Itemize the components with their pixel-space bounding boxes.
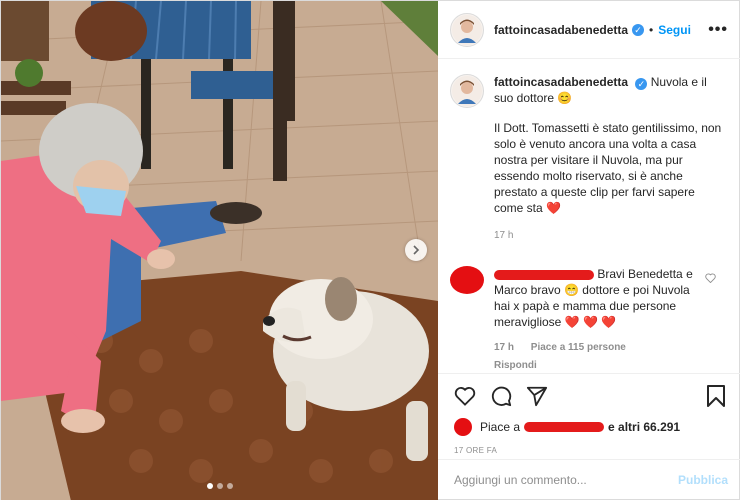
likes-count[interactable]: e altri 66.291 — [608, 420, 680, 434]
caption-body: fattoincasadabenedetta ✓ Nuvola e il suo… — [494, 74, 726, 244]
comment-meta: 17 h Piace a 115 persone — [494, 340, 706, 356]
censored-avatar — [450, 266, 484, 294]
add-comment-bar: Pubblica — [438, 459, 740, 499]
photo-illustration — [1, 1, 438, 500]
likes-summary[interactable]: Piace a e altri 66.291 — [454, 418, 726, 436]
censored-avatar — [454, 418, 472, 436]
action-bar — [454, 382, 726, 410]
verified-badge-icon: ✓ — [632, 23, 645, 36]
post-photo[interactable] — [1, 1, 438, 500]
caption-username[interactable]: fattoincasadabenedetta — [494, 75, 628, 89]
post-header: fattoincasadabenedetta ✓ • Segui ••• — [438, 1, 740, 59]
likes-prefix: Piace a — [480, 420, 521, 434]
caption-text: Il Dott. Tomassetti è stato gentilissimo… — [494, 121, 722, 215]
next-image-button[interactable] — [405, 239, 427, 261]
profile-picture — [452, 14, 482, 45]
carousel-dot — [216, 483, 223, 489]
comment-likes[interactable]: Piace a 115 persone — [531, 342, 626, 353]
comment-icon[interactable] — [490, 385, 512, 407]
publish-button[interactable]: Pubblica — [678, 473, 728, 487]
comments-section: fattoincasadabenedetta ✓ Nuvola e il suo… — [438, 60, 740, 373]
share-icon[interactable] — [526, 385, 548, 407]
avatar[interactable] — [450, 12, 484, 47]
post-actions: Piace a e altri 66.291 17 ORE FA — [438, 373, 740, 455]
caption-avatar[interactable] — [450, 74, 484, 108]
chevron-right-icon — [413, 245, 420, 255]
heart-icon[interactable] — [454, 386, 476, 406]
post-sidebar: fattoincasadabenedetta ✓ • Segui ••• fat… — [438, 1, 740, 499]
reply-button[interactable]: Rispondi — [494, 358, 706, 374]
verified-badge-icon: ✓ — [635, 78, 648, 90]
post-date: 17 ORE FA — [454, 446, 498, 455]
comment-input[interactable] — [454, 472, 678, 487]
more-options-button[interactable]: ••• — [708, 21, 728, 39]
caption: fattoincasadabenedetta ✓ Nuvola e il suo… — [450, 74, 726, 244]
carousel-dot — [226, 483, 233, 489]
censored-username — [524, 422, 605, 432]
like-comment-icon[interactable] — [705, 272, 716, 286]
instagram-post: fattoincasadabenedetta ✓ • Segui ••• fat… — [0, 0, 740, 500]
caption-time: 17 h — [494, 230, 514, 241]
comment-time: 17 h — [494, 342, 515, 353]
carousel-dot — [206, 483, 213, 489]
follow-button[interactable]: Segui — [658, 23, 691, 37]
profile-picture — [452, 76, 482, 106]
post-username[interactable]: fattoincasadabenedetta — [494, 23, 628, 37]
bookmark-icon[interactable] — [706, 385, 726, 407]
separator: • — [649, 22, 654, 37]
comment: Bravi Benedetta e Marco bravo 😁 dottore … — [450, 266, 726, 374]
censored-username — [494, 269, 594, 280]
comment-body: Bravi Benedetta e Marco bravo 😁 dottore … — [494, 266, 706, 374]
carousel-indicator — [1, 483, 438, 489]
